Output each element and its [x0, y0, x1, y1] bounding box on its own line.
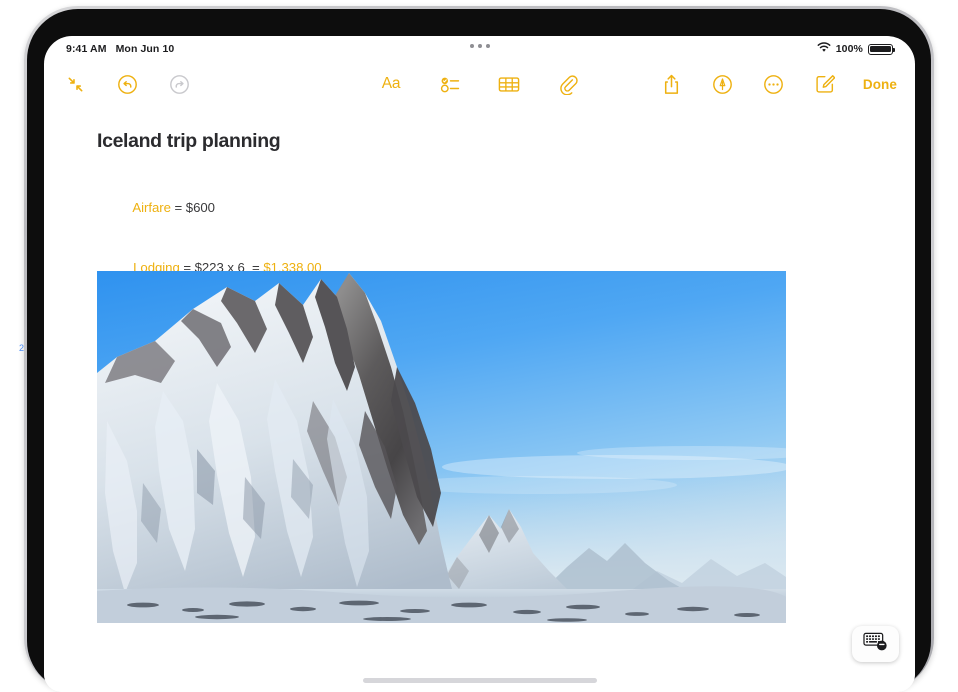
- multitasking-handle[interactable]: [44, 44, 915, 48]
- wifi-icon: [817, 42, 831, 56]
- screenshot-root: 2 9:41 AM Mon Jun 10 100% Aa Done Icelan…: [0, 0, 958, 692]
- calc-line: Airfare = $600: [97, 178, 863, 238]
- handle-dot: [485, 44, 490, 48]
- handle-dot: [477, 44, 482, 48]
- keyboard-dismiss-button[interactable]: [852, 626, 899, 662]
- markup-pen-icon[interactable]: [710, 71, 736, 97]
- bezel-marker: 2: [18, 343, 24, 353]
- done-button[interactable]: Done: [863, 77, 897, 92]
- keyboard-dismiss-icon: [862, 632, 889, 657]
- collapse-arrows-icon[interactable]: [62, 71, 88, 97]
- calc-expression: = $600: [170, 200, 215, 215]
- checklist-icon[interactable]: [437, 71, 463, 97]
- format-button[interactable]: Aa: [378, 71, 404, 97]
- snow-covered-mountain-photo[interactable]: [97, 271, 786, 623]
- format-label: Aa: [381, 75, 401, 92]
- note-toolbar: Aa Done: [44, 62, 915, 106]
- status-time: 9:41 AM: [66, 43, 107, 55]
- handle-dot: [469, 44, 474, 48]
- toolbar-right-group: Done: [659, 71, 897, 97]
- undo-icon[interactable]: [114, 71, 140, 97]
- ipad-screen: 9:41 AM Mon Jun 10 100% Aa Done Iceland …: [44, 36, 915, 692]
- battery-percent: 100%: [835, 43, 863, 55]
- compose-icon[interactable]: [812, 71, 838, 97]
- redo-icon[interactable]: [166, 71, 192, 97]
- calc-variable: Airfare: [132, 200, 171, 215]
- home-indicator[interactable]: [362, 678, 597, 683]
- toolbar-left-group: [62, 71, 192, 97]
- paperclip-icon[interactable]: [555, 71, 581, 97]
- share-icon[interactable]: [659, 71, 685, 97]
- status-bar-right: 100%: [817, 42, 896, 56]
- status-bar: 9:41 AM Mon Jun 10 100%: [44, 36, 915, 62]
- status-bar-left: 9:41 AM Mon Jun 10: [66, 43, 174, 55]
- battery-icon: [868, 43, 896, 55]
- status-date: Mon Jun 10: [115, 43, 175, 55]
- note-title: Iceland trip planning: [97, 130, 281, 152]
- table-icon[interactable]: [496, 71, 522, 97]
- more-ellipsis-icon[interactable]: [761, 71, 787, 97]
